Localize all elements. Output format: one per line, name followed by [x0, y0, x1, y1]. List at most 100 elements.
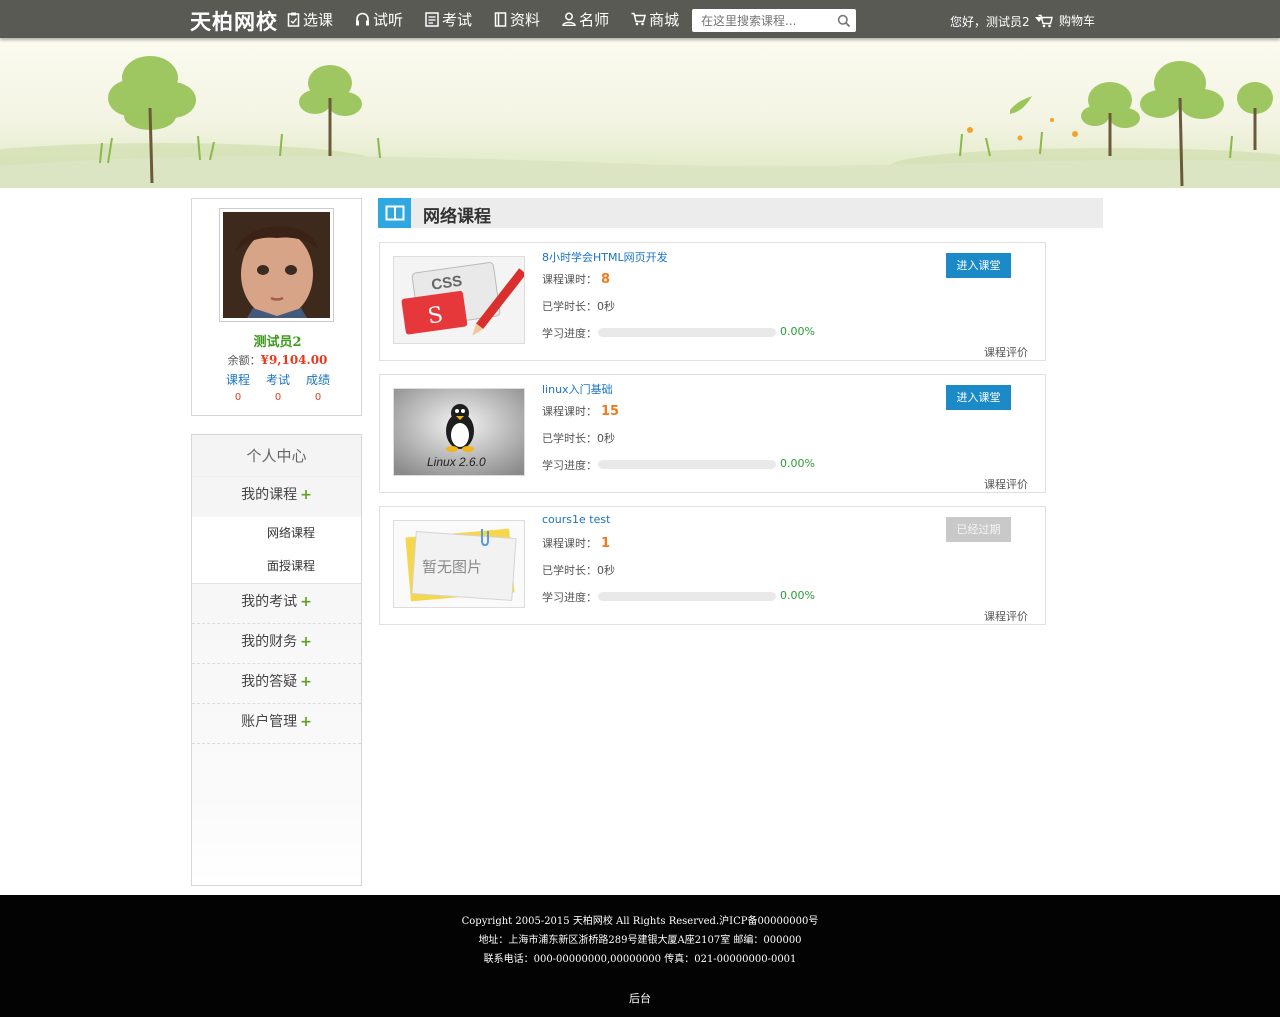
course-studied: 已学时长：0秒 — [542, 562, 615, 578]
menu-group-label: 我的财务 — [241, 634, 298, 650]
course-hours: 课程课时： 8 — [542, 271, 610, 287]
nav-item-exam[interactable]: 考试 — [425, 0, 472, 38]
menu-group-my-finance[interactable]: 我的财务 + — [192, 624, 361, 664]
search-input[interactable] — [692, 9, 827, 32]
nav-item-audition[interactable]: 试听 — [355, 0, 403, 38]
user-icon — [562, 12, 576, 26]
book-icon — [494, 11, 507, 27]
course-title[interactable]: linux入门基础 — [542, 381, 613, 397]
hours-value: 8 — [601, 272, 611, 287]
menu-group-label: 我的考试 — [241, 594, 298, 610]
cart-icon — [631, 12, 647, 26]
course-card: CSS S 8小时学会HTML网页开发 课程课时： 8 已学时长：0秒 学习进度：… — [379, 242, 1046, 361]
menu-group-account[interactable]: 账户管理 + — [192, 704, 361, 744]
studied-label: 已学时长： — [542, 432, 597, 445]
plus-icon: + — [300, 594, 312, 610]
menu-group-label: 我的答疑 — [241, 674, 298, 690]
course-thumbnail-css[interactable]: CSS S — [393, 256, 525, 344]
stat-label[interactable]: 考试 — [263, 371, 293, 388]
footer: Copyright 2005-2015 天柏网校 All Rights Rese… — [0, 895, 1280, 1017]
side-menu: 个人中心 我的课程 + 网络课程 面授课程 我的考试 + 我的财务 + 我的答疑 + 账… — [191, 434, 362, 886]
menu-group-label: 我的课程 — [241, 487, 298, 503]
section-header: 网络课程 — [378, 198, 1103, 228]
footer-copyright: Copyright 2005-2015 天柏网校 All Rights Rese… — [461, 916, 819, 927]
course-studied: 已学时长：0秒 — [542, 430, 615, 446]
menu-group-my-qa[interactable]: 我的答疑 + — [192, 664, 361, 704]
nav-item-teachers[interactable]: 名师 — [562, 0, 609, 38]
avatar[interactable] — [219, 208, 334, 322]
enter-classroom-button[interactable]: 进入课堂 — [946, 385, 1011, 410]
balance-value: ¥9,104.00 — [260, 353, 328, 367]
section-title: 网络课程 — [423, 207, 491, 227]
stat-label[interactable]: 成绩 — [303, 371, 333, 388]
course-title[interactable]: 8小时学会HTML网页开发 — [542, 249, 668, 265]
studied-label: 已学时长： — [542, 564, 597, 577]
menu-title: 个人中心 — [192, 435, 361, 477]
plus-icon: + — [300, 634, 312, 650]
progress-bar — [598, 592, 776, 601]
stat-value: 0 — [274, 392, 282, 403]
menu-group-my-courses[interactable]: 我的课程 + — [192, 477, 361, 517]
shopping-cart-icon — [1038, 14, 1053, 27]
footer-phone: 联系电话：000-00000000,00000000 传真：021-000000… — [483, 954, 797, 965]
search-icon[interactable] — [837, 13, 851, 32]
stat-value: 0 — [234, 392, 242, 403]
progress-bar — [598, 328, 776, 337]
menu-group-label: 账户管理 — [241, 714, 298, 730]
course-review-link[interactable]: 课程评价 — [984, 344, 1028, 360]
progress-percent: 0.00% — [780, 325, 815, 338]
stat-label[interactable]: 课程 — [223, 371, 253, 388]
course-thumbnail-linux[interactable]: Linux 2.6.0 — [393, 388, 525, 476]
course-studied: 已学时长：0秒 — [542, 298, 615, 314]
course-review-link[interactable]: 课程评价 — [984, 608, 1028, 624]
plus-icon: + — [300, 674, 312, 690]
course-thumbnail-placeholder[interactable]: 暂无图片 — [393, 520, 525, 608]
course-card: 暂无图片 cours1e test 课程课时： 1 已学时长：0秒 学习进度： 0… — [379, 506, 1046, 625]
expired-button[interactable]: 已经过期 — [946, 517, 1011, 542]
headphones-icon — [356, 12, 370, 26]
progress-label: 学习进度： — [542, 459, 597, 472]
thumb-text: 暂无图片 — [422, 558, 482, 576]
nav-label: 名师 — [579, 10, 610, 29]
user-dropdown[interactable]: 您好，测试员2 — [950, 13, 1043, 30]
course-card: Linux 2.6.0 linux入门基础 课程课时： 15 已学时长：0秒 学习… — [379, 374, 1046, 493]
course-hours: 课程课时： 1 — [542, 535, 610, 551]
avatar-photo — [223, 212, 330, 318]
nav-item-materials[interactable]: 资料 — [494, 0, 540, 38]
nav-item-select-course[interactable]: 选课 — [287, 0, 333, 38]
studied-value: 0秒 — [597, 300, 615, 313]
course-hours: 课程课时： 15 — [542, 403, 619, 419]
plus-icon: + — [300, 487, 312, 503]
submenu-courses: 网络课程 面授课程 — [192, 517, 361, 584]
studied-value: 0秒 — [597, 564, 615, 577]
course-title[interactable]: cours1e test — [542, 513, 610, 526]
balance: 余额：¥9,104.00 — [192, 352, 363, 368]
header-banner — [0, 38, 1280, 188]
admin-link[interactable]: 后台 — [629, 990, 651, 1006]
open-book-icon — [378, 198, 411, 228]
progress-bar — [598, 460, 776, 469]
submenu-item-offline-courses[interactable]: 面授课程 — [192, 550, 361, 583]
cart-label: 购物车 — [1059, 14, 1096, 28]
progress-percent: 0.00% — [780, 457, 815, 470]
hours-value: 15 — [601, 404, 620, 419]
thumb-text: Linux 2.6.0 — [427, 455, 486, 469]
main-nav: 选课 试听 考试 资料 名师 商城 — [287, 0, 701, 38]
cart-link[interactable]: 购物车 — [1038, 12, 1095, 29]
stat-scores: 成绩 0 — [303, 371, 333, 403]
menu-group-my-exams[interactable]: 我的考试 + — [192, 584, 361, 624]
enter-classroom-button[interactable]: 进入课堂 — [946, 253, 1011, 278]
balance-label: 余额： — [227, 354, 261, 367]
nav-label: 选课 — [303, 10, 334, 29]
nav-label: 资料 — [510, 10, 541, 29]
course-review-link[interactable]: 课程评价 — [984, 476, 1028, 492]
nav-item-store[interactable]: 商城 — [631, 0, 679, 38]
user-name: 测试员2 — [253, 335, 302, 350]
site-logo[interactable]: 天柏网校 — [190, 6, 278, 36]
progress-label: 学习进度： — [542, 327, 597, 340]
profile-card: 测试员2 余额：¥9,104.00 课程 0 考试 0 成绩 0 — [191, 198, 362, 416]
submenu-item-online-courses[interactable]: 网络课程 — [192, 517, 361, 550]
plus-icon: + — [300, 714, 312, 730]
stat-exams: 考试 0 — [263, 371, 293, 403]
top-navbar: 天柏网校 选课 试听 考试 资料 名师 商城 在这里搜索课程... 您好，测试员… — [0, 0, 1280, 38]
